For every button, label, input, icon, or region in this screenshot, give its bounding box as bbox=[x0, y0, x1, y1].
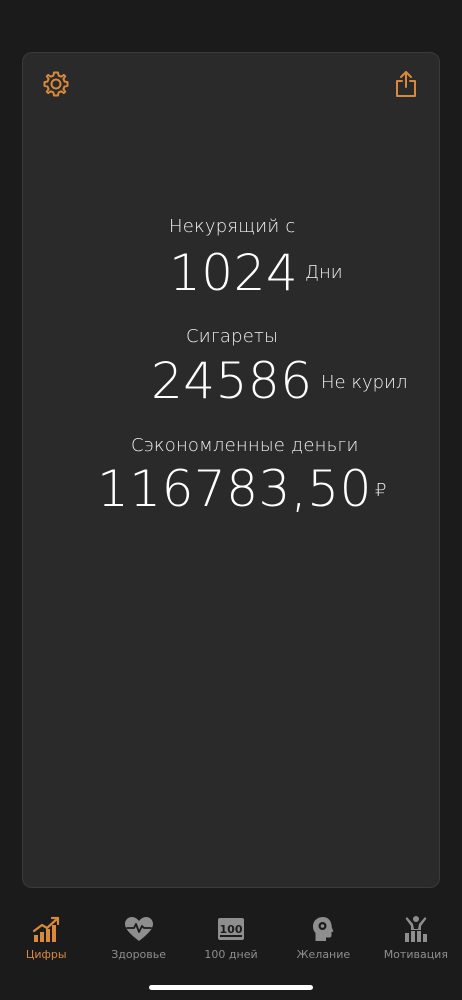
share-icon bbox=[396, 71, 416, 97]
settings-button[interactable] bbox=[39, 67, 73, 101]
tab-100-days[interactable]: 100 100 дней bbox=[185, 900, 277, 970]
gear-icon bbox=[43, 71, 69, 97]
cigarettes-unit: Не курил bbox=[321, 372, 408, 393]
money-saved-value: 116783,50 bbox=[97, 460, 372, 518]
tab-health[interactable]: Здоровье bbox=[92, 900, 184, 970]
head-icon bbox=[308, 914, 338, 944]
stats-card: Некурящий с 1024 Дни Сигареты 24586 Не к… bbox=[22, 52, 440, 888]
tab-numbers-label: Цифры bbox=[25, 948, 67, 961]
svg-text:100: 100 bbox=[220, 923, 243, 936]
tab-desire[interactable]: Желание bbox=[277, 900, 369, 970]
hundred-icon: 100 bbox=[216, 914, 246, 944]
smoke-free-days-unit: Дни bbox=[305, 262, 343, 283]
tab-desire-label: Желание bbox=[296, 948, 351, 961]
tab-numbers[interactable]: Цифры bbox=[0, 900, 92, 970]
home-indicator[interactable] bbox=[149, 985, 313, 990]
app-screen: Некурящий с 1024 Дни Сигареты 24586 Не к… bbox=[0, 0, 462, 1000]
smoke-free-days-value: 1024 bbox=[169, 244, 299, 302]
motivation-icon bbox=[401, 914, 431, 944]
currency-unit: ₽ bbox=[375, 480, 387, 501]
money-saved-label: Сэкономленные деньги bbox=[131, 435, 359, 456]
heart-pulse-icon bbox=[124, 914, 154, 944]
chart-icon bbox=[31, 914, 61, 944]
smoke-free-label: Некурящий с bbox=[169, 216, 296, 237]
tab-motivation[interactable]: Мотивация bbox=[370, 900, 462, 970]
tab-100-days-label: 100 дней bbox=[204, 948, 258, 961]
tab-health-label: Здоровье bbox=[111, 948, 167, 961]
cigarettes-label: Сигареты bbox=[186, 326, 279, 347]
share-button[interactable] bbox=[389, 67, 423, 101]
cigarettes-value: 24586 bbox=[151, 352, 313, 410]
tab-motivation-label: Мотивация bbox=[383, 948, 448, 961]
tab-bar: Цифры Здоровье 100 100 дней Желание Моти… bbox=[0, 900, 462, 970]
